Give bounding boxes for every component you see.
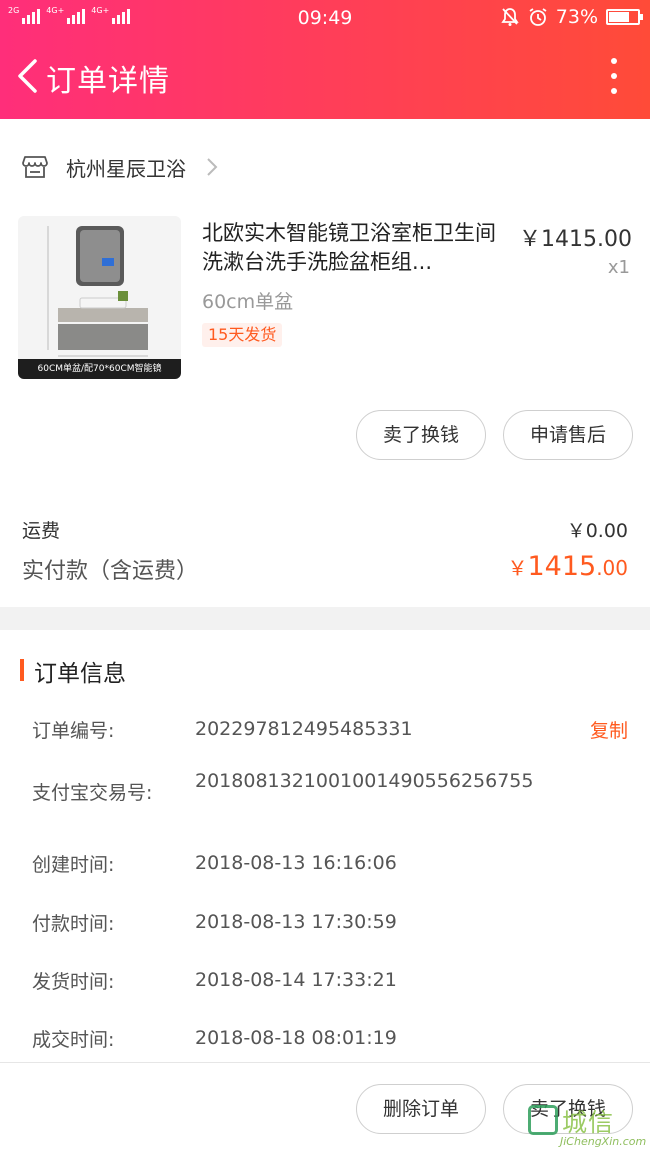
- order-card: 杭州星辰卫浴 60CM单盆/配70*60CM智能镜 北欧实木智能镜卫浴室柜卫生间…: [0, 119, 650, 607]
- info-value: 2018-08-18 08:01:19: [195, 1027, 397, 1049]
- paid-amount-value: ￥1415.00: [507, 551, 628, 582]
- after-sales-button[interactable]: 申请售后: [503, 410, 633, 460]
- shop-name: 杭州星辰卫浴: [66, 156, 186, 181]
- section-accent-bar: [20, 659, 24, 681]
- alarm-icon: [529, 8, 547, 26]
- status-bar: 2G 4G+ 4G+ 09:49 73%: [0, 0, 650, 36]
- shipping-fee-label: 运费: [22, 520, 61, 542]
- info-label: 支付宝交易号:: [32, 782, 153, 804]
- product-title[interactable]: 北欧实木智能镜卫浴室柜卫生间洗漱台洗手洗脸盆柜组...: [202, 219, 504, 277]
- info-label: 成交时间:: [32, 1029, 115, 1051]
- image-caption: 60CM单盆/配70*60CM智能镜: [18, 359, 181, 379]
- info-label: 发货时间:: [32, 971, 115, 993]
- currency-symbol: ￥: [507, 556, 528, 580]
- chevron-right-icon: [207, 158, 218, 176]
- info-label: 付款时间:: [32, 913, 115, 935]
- bottom-action-bar: 删除订单 卖了换钱 城信 JiChengXin.com: [0, 1062, 650, 1155]
- app-header: 2G 4G+ 4G+ 09:49 73% 订单详情: [0, 0, 650, 119]
- watermark-emblem-icon: [528, 1105, 558, 1135]
- watermark-url: JiChengXin.com: [560, 1135, 647, 1148]
- delete-order-button[interactable]: 删除订单: [356, 1084, 486, 1134]
- amount-decimal: .00: [596, 556, 628, 580]
- product-price: ￥1415.00: [519, 227, 632, 252]
- product-quantity: x1: [607, 257, 630, 278]
- back-arrow-icon[interactable]: [14, 58, 40, 94]
- info-label: 创建时间:: [32, 854, 115, 876]
- section-title: 订单信息: [34, 661, 126, 687]
- amount-integer: 1415: [527, 551, 597, 582]
- paid-amount-label: 实付款（含运费）: [22, 559, 199, 584]
- vanity-cabinet-illustration: [47, 226, 148, 357]
- info-label: 订单编号:: [32, 720, 115, 742]
- battery-percent: 73%: [555, 6, 598, 28]
- info-value: 2018-08-13 16:16:06: [195, 852, 397, 874]
- battery-icon: [606, 9, 643, 25]
- info-value: 202297812495485331: [195, 718, 413, 740]
- watermark-text: 城信: [562, 1108, 615, 1137]
- more-options-icon[interactable]: [608, 58, 620, 94]
- info-value: 2018081321001001490556256755: [195, 770, 534, 792]
- shipping-fee-value: ￥0.00: [566, 520, 628, 542]
- copy-button[interactable]: 复制: [590, 716, 628, 743]
- product-image[interactable]: 60CM单盆/配70*60CM智能镜: [18, 216, 181, 379]
- page-title: 订单详情: [46, 64, 170, 99]
- watermark-logo: 城信 JiChengXin.com: [526, 1101, 646, 1151]
- info-value: 2018-08-14 17:33:21: [195, 969, 397, 991]
- mute-bell-icon: [501, 8, 519, 26]
- product-spec: 60cm单盆: [202, 291, 294, 313]
- status-right: 73%: [500, 6, 643, 28]
- sell-for-cash-button[interactable]: 卖了换钱: [356, 410, 486, 460]
- shipping-badge: 15天发货: [202, 323, 283, 347]
- shop-link[interactable]: 杭州星辰卫浴: [22, 151, 218, 183]
- store-icon: [22, 156, 48, 178]
- info-value: 2018-08-13 17:30:59: [195, 911, 397, 933]
